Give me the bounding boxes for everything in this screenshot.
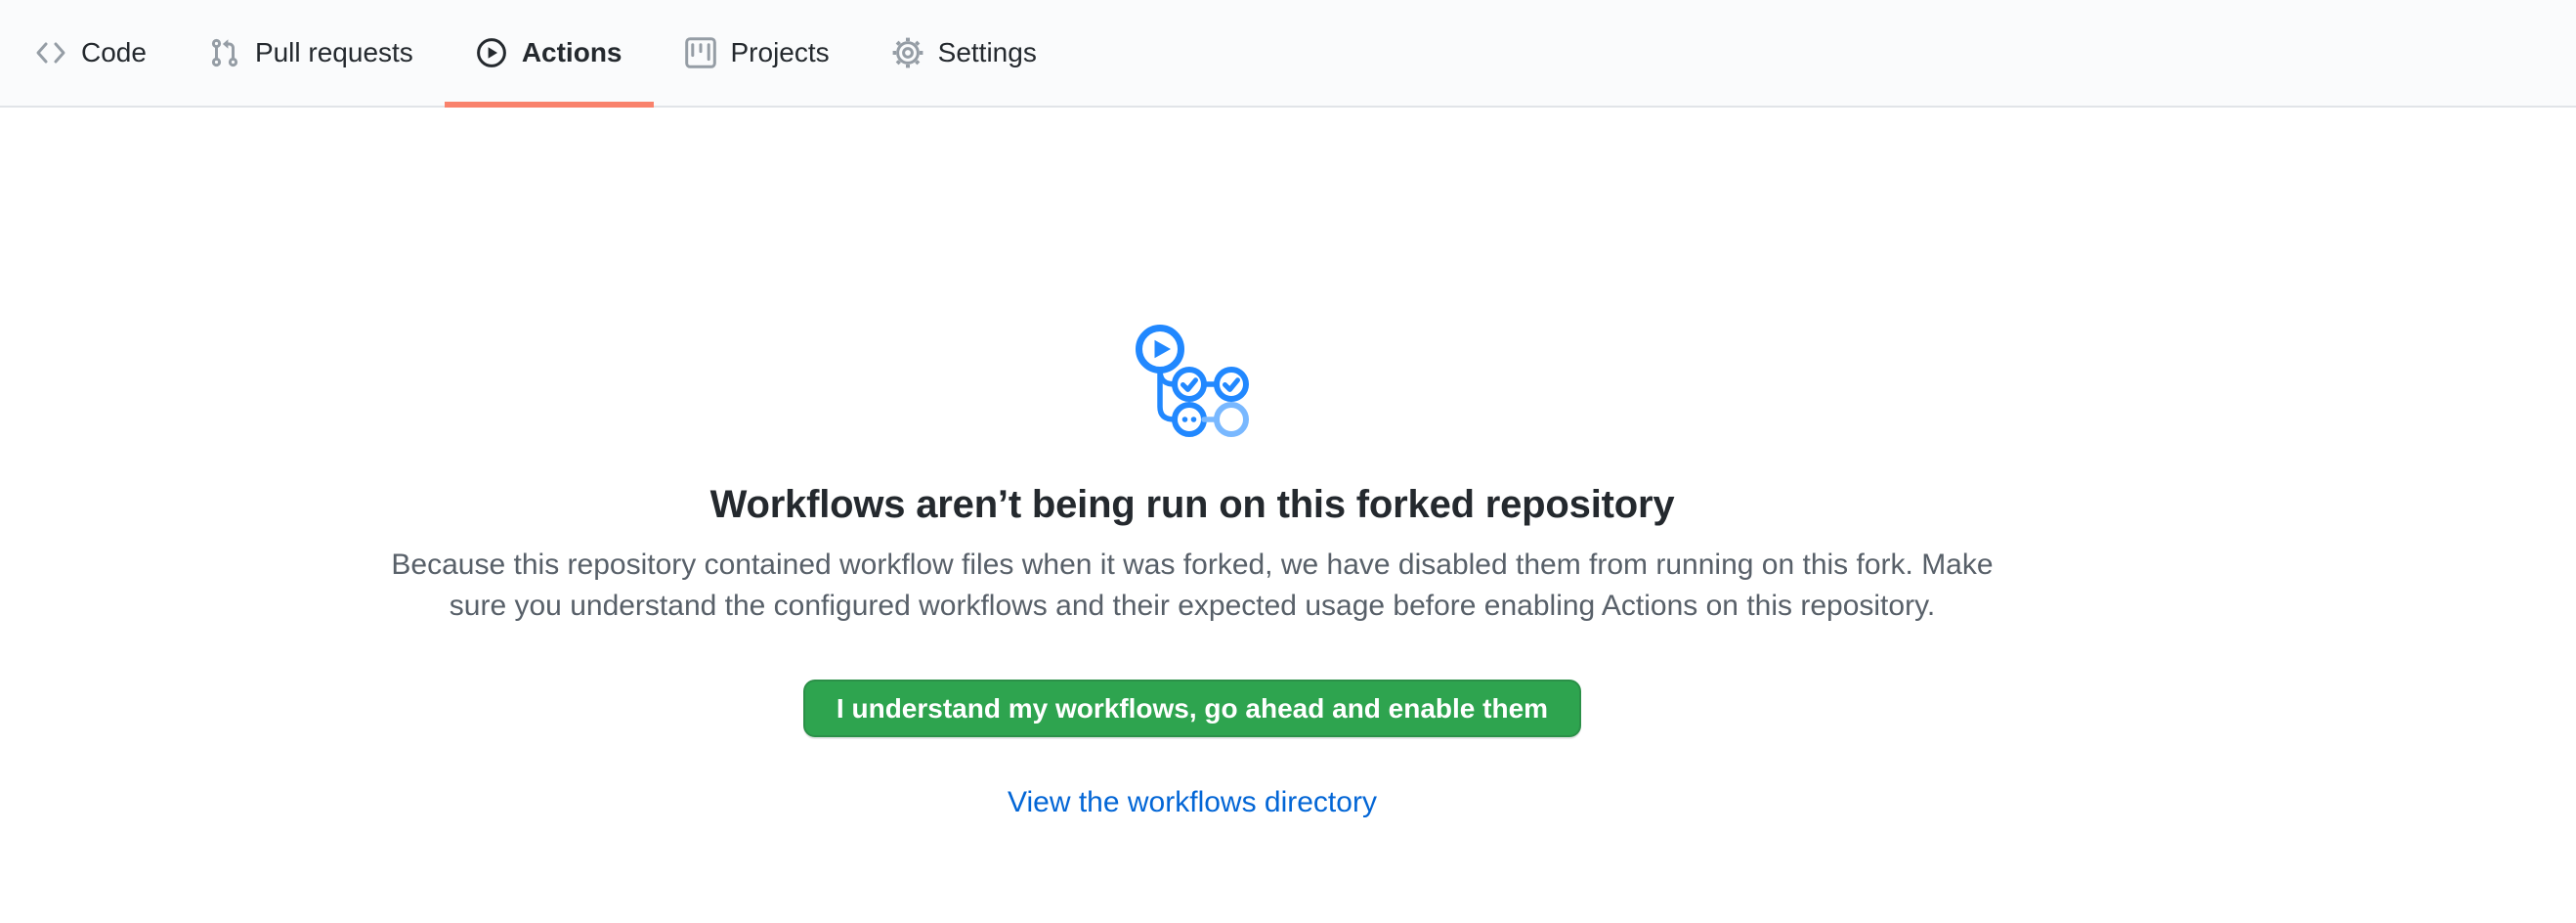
gear-icon [892,37,923,68]
blankslate: Workflows aren’t being run on this forke… [0,325,2384,819]
tab-label: Settings [938,37,1037,68]
enable-workflows-button[interactable]: I understand my workflows, go ahead and … [803,680,1581,737]
tab-label: Projects [731,37,830,68]
project-icon [685,37,716,68]
tab-label: Actions [522,37,623,68]
tab-projects[interactable]: Projects [654,0,861,106]
play-icon [476,37,507,68]
view-workflows-directory-link[interactable]: View the workflows directory [1008,786,1377,818]
description-line: Because this repository contained workfl… [0,545,2384,586]
main-content: Workflows aren’t being run on this forke… [0,325,2576,819]
workflow-graph-icon [1136,325,1249,438]
tab-code[interactable]: Code [4,0,178,106]
tab-pull-requests[interactable]: Pull requests [178,0,445,106]
tab-label: Pull requests [255,37,413,68]
description-line: sure you understand the configured workf… [0,586,2384,627]
tab-settings[interactable]: Settings [861,0,1068,106]
description: Because this repository contained workfl… [0,545,2384,627]
page-title: Workflows aren’t being run on this forke… [0,483,2384,527]
tab-actions[interactable]: Actions [445,0,654,106]
repo-tab-nav: Code Pull requests Actions [0,0,2576,108]
tab-label: Code [81,37,147,68]
code-icon [35,37,66,68]
link-row: View the workflows directory [0,786,2384,819]
git-pull-request-icon [209,37,240,68]
